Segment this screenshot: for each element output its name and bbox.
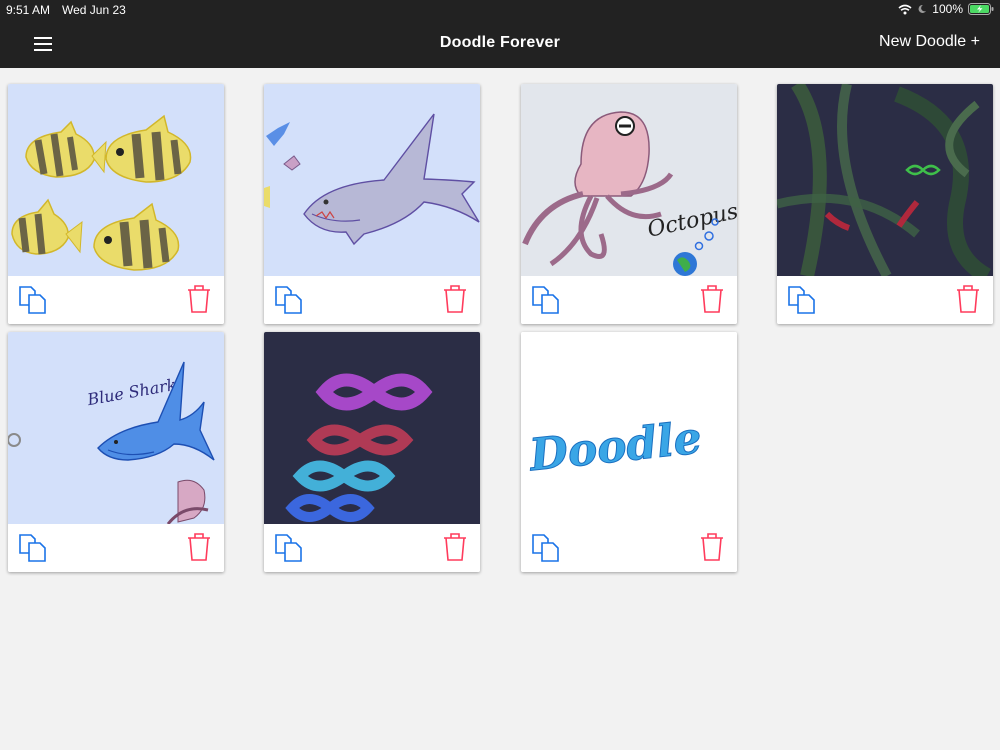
trash-icon — [444, 533, 466, 561]
battery-charging-icon — [968, 3, 994, 15]
delete-button[interactable] — [442, 284, 468, 314]
delete-button[interactable] — [699, 532, 725, 562]
copy-icon — [532, 286, 559, 314]
trash-icon — [957, 285, 979, 313]
wifi-icon — [898, 4, 912, 14]
trash-icon — [444, 285, 466, 313]
duplicate-button[interactable] — [531, 285, 561, 315]
trash-icon — [188, 285, 210, 313]
moon-icon — [918, 4, 927, 13]
trash-icon — [188, 533, 210, 561]
doodle-card — [264, 84, 480, 324]
doodle-card — [777, 84, 993, 324]
doodle-lettering-drawing: Doodle — [521, 332, 737, 524]
fish-drawing — [8, 84, 224, 276]
duplicate-button[interactable] — [274, 533, 304, 563]
card-actions — [8, 276, 224, 324]
status-date: Wed Jun 23 — [62, 3, 126, 17]
delete-button[interactable] — [442, 532, 468, 562]
delete-button[interactable] — [186, 532, 212, 562]
infinity-drawing — [264, 332, 480, 524]
duplicate-button[interactable] — [18, 285, 48, 315]
copy-icon — [532, 534, 559, 562]
doodle-card: Octopus — [521, 84, 737, 324]
delete-button[interactable] — [699, 284, 725, 314]
shark-drawing — [264, 84, 480, 276]
copy-icon — [19, 286, 46, 314]
card-actions — [521, 524, 737, 572]
card-actions — [264, 276, 480, 324]
duplicate-button[interactable] — [274, 285, 304, 315]
copy-icon — [275, 286, 302, 314]
card-actions — [777, 276, 993, 324]
duplicate-button[interactable] — [787, 285, 817, 315]
battery-percent: 100% — [932, 2, 963, 16]
doodle-card — [8, 84, 224, 324]
app-header: 9:51 AM Wed Jun 23 100% Doodle Forever N… — [0, 0, 1000, 68]
duplicate-button[interactable] — [18, 533, 48, 563]
doodle-thumbnail[interactable]: Doodle — [521, 332, 737, 524]
blue-shark-drawing: Blue Shark — [8, 332, 224, 524]
status-time: 9:51 AM — [6, 3, 51, 17]
status-bar: 9:51 AM Wed Jun 23 100% — [0, 0, 1000, 20]
doodle-thumbnail[interactable] — [777, 84, 993, 276]
doodle-thumbnail[interactable] — [264, 84, 480, 276]
doodle-thumbnail[interactable] — [8, 84, 224, 276]
card-actions — [8, 524, 224, 572]
swirl-drawing — [777, 84, 993, 276]
trash-icon — [701, 285, 723, 313]
doodle-thumbnail[interactable]: Octopus — [521, 84, 737, 276]
doodle-card: Doodle — [521, 332, 737, 572]
doodle-card — [264, 332, 480, 572]
doodle-thumbnail[interactable]: Blue Shark — [8, 332, 224, 524]
card-actions — [521, 276, 737, 324]
nav-bar: Doodle Forever New Doodle + — [0, 20, 1000, 68]
delete-button[interactable] — [186, 284, 212, 314]
octopus-drawing: Octopus — [521, 84, 737, 276]
doodle-card: Blue Shark — [8, 332, 224, 572]
new-doodle-button[interactable]: New Doodle + — [879, 33, 980, 51]
duplicate-button[interactable] — [531, 533, 561, 563]
trash-icon — [701, 533, 723, 561]
card-actions — [264, 524, 480, 572]
copy-icon — [275, 534, 302, 562]
copy-icon — [19, 534, 46, 562]
doodle-thumbnail[interactable] — [264, 332, 480, 524]
status-indicators: 100% — [898, 2, 994, 16]
delete-button[interactable] — [955, 284, 981, 314]
copy-icon — [788, 286, 815, 314]
app-title: Doodle Forever — [439, 34, 561, 51]
